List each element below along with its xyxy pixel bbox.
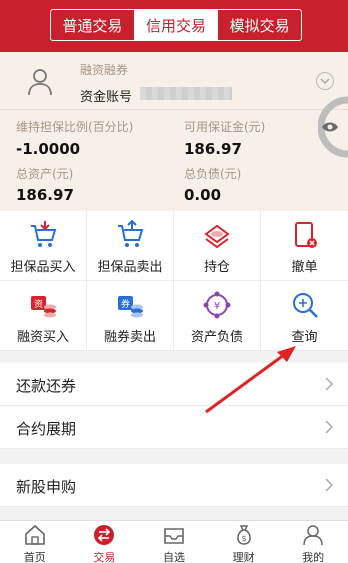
position-icon bbox=[204, 224, 230, 249]
cancel-order-button[interactable]: 撤单 bbox=[261, 211, 348, 281]
tab-trade[interactable]: 交易 bbox=[70, 521, 140, 563]
total-assets-label: 总资产(元) bbox=[16, 167, 74, 181]
cancel-order-icon bbox=[294, 222, 317, 248]
svg-text:¥: ¥ bbox=[214, 301, 220, 312]
trade-exchange-icon bbox=[94, 525, 115, 545]
tab-wealth-label: 理财 bbox=[232, 551, 255, 563]
total-liabilities-label: 总负债(元) bbox=[184, 167, 242, 181]
cart-in-icon bbox=[31, 221, 57, 247]
tab-normal-trade[interactable]: 普通交易 bbox=[51, 10, 135, 40]
svg-text:券: 券 bbox=[121, 298, 130, 310]
financing-buy-icon: 资 bbox=[31, 296, 56, 318]
svg-text:$: $ bbox=[241, 534, 246, 543]
function-grid: 担保品买入 担保品卖出 持仓 撤单 资 融资买入 券 融券卖出 ¥ 资产负债 查… bbox=[0, 211, 348, 351]
home-icon bbox=[24, 524, 45, 545]
repayment-label: 还款还券 bbox=[16, 377, 77, 395]
asset-liability-button[interactable]: ¥ 资产负债 bbox=[174, 281, 261, 351]
expand-account-button[interactable] bbox=[316, 72, 334, 90]
account-panel: 融资融券 资金账号 bbox=[0, 52, 348, 110]
securities-sell-label: 融券卖出 bbox=[103, 330, 156, 345]
positions-label: 持仓 bbox=[203, 260, 230, 275]
list-item-contract-extension[interactable]: 合约展期 bbox=[0, 406, 348, 449]
securities-sell-button[interactable]: 券 融券卖出 bbox=[87, 281, 174, 351]
asset-liability-label: 资产负债 bbox=[190, 330, 243, 345]
chevron-down-icon bbox=[320, 78, 330, 84]
tab-mine-label: 我的 bbox=[302, 551, 325, 563]
securities-sell-icon: 券 bbox=[118, 296, 143, 318]
positions-button[interactable]: 持仓 bbox=[174, 211, 261, 281]
tab-wealth[interactable]: $ 理财 bbox=[209, 521, 279, 563]
chevron-right-icon bbox=[325, 478, 334, 492]
list-item-repayment[interactable]: 还款还券 bbox=[0, 363, 348, 406]
collateral-buy-label: 担保品买入 bbox=[10, 260, 76, 275]
query-label: 查询 bbox=[291, 330, 318, 345]
account-number-label: 资金账号 bbox=[80, 90, 133, 105]
account-type-label: 融资融券 bbox=[80, 63, 129, 77]
account-number-masked bbox=[140, 87, 232, 100]
cart-out-icon bbox=[118, 220, 144, 247]
list-group-2: 新股申购 bbox=[0, 464, 348, 507]
tab-credit-trade[interactable]: 信用交易 bbox=[134, 10, 219, 40]
bottom-tab-bar: 首页 交易 自选 $ 理财 我的 bbox=[0, 520, 348, 563]
financing-buy-button[interactable]: 资 融资买入 bbox=[0, 281, 87, 351]
money-bag-icon: $ bbox=[236, 525, 251, 545]
ipo-subscription-label: 新股申购 bbox=[16, 478, 77, 496]
account-stats: 维持担保比例(百分比) -1.0000 可用保证金(元) 186.97 总资产(… bbox=[0, 110, 348, 210]
tab-watchlist[interactable]: 自选 bbox=[139, 521, 209, 563]
chevron-right-icon bbox=[325, 420, 334, 434]
collateral-buy-button[interactable]: 担保品买入 bbox=[0, 211, 87, 281]
toggle-visibility-eye-icon[interactable] bbox=[318, 96, 348, 158]
tab-watchlist-label: 自选 bbox=[162, 551, 185, 563]
total-liabilities-value: 0.00 bbox=[184, 186, 222, 204]
tab-trade-label: 交易 bbox=[93, 551, 116, 563]
collateral-sell-button[interactable]: 担保品卖出 bbox=[87, 211, 174, 281]
tab-simulated-trade[interactable]: 模拟交易 bbox=[218, 10, 301, 40]
available-margin-label: 可用保证金(元) bbox=[184, 120, 266, 134]
user-icon bbox=[303, 525, 323, 546]
maintenance-ratio-value: -1.0000 bbox=[16, 140, 81, 158]
asset-liability-icon: ¥ bbox=[203, 291, 231, 319]
tab-mine[interactable]: 我的 bbox=[278, 521, 348, 563]
maintenance-ratio-label: 维持担保比例(百分比) bbox=[16, 120, 134, 134]
available-margin-value: 186.97 bbox=[184, 140, 242, 158]
top-header: 普通交易 信用交易 模拟交易 bbox=[0, 0, 348, 52]
svg-text:资: 资 bbox=[34, 299, 43, 310]
total-assets-value: 186.97 bbox=[16, 186, 74, 204]
query-icon bbox=[292, 293, 318, 318]
tab-home-label: 首页 bbox=[23, 551, 46, 563]
contract-extension-label: 合约展期 bbox=[16, 420, 77, 438]
collateral-sell-label: 担保品卖出 bbox=[97, 260, 163, 275]
query-button[interactable]: 查询 bbox=[261, 281, 348, 351]
chevron-right-icon bbox=[325, 377, 334, 391]
cancel-order-label: 撤单 bbox=[291, 260, 318, 275]
list-item-ipo-subscription[interactable]: 新股申购 bbox=[0, 464, 348, 507]
tab-home[interactable]: 首页 bbox=[0, 521, 70, 563]
user-avatar-icon bbox=[28, 69, 52, 96]
list-group-1: 还款还券 合约展期 bbox=[0, 363, 348, 449]
inbox-icon bbox=[164, 528, 184, 544]
trade-mode-segmented-control: 普通交易 信用交易 模拟交易 bbox=[50, 9, 302, 41]
financing-buy-label: 融资买入 bbox=[16, 330, 69, 345]
